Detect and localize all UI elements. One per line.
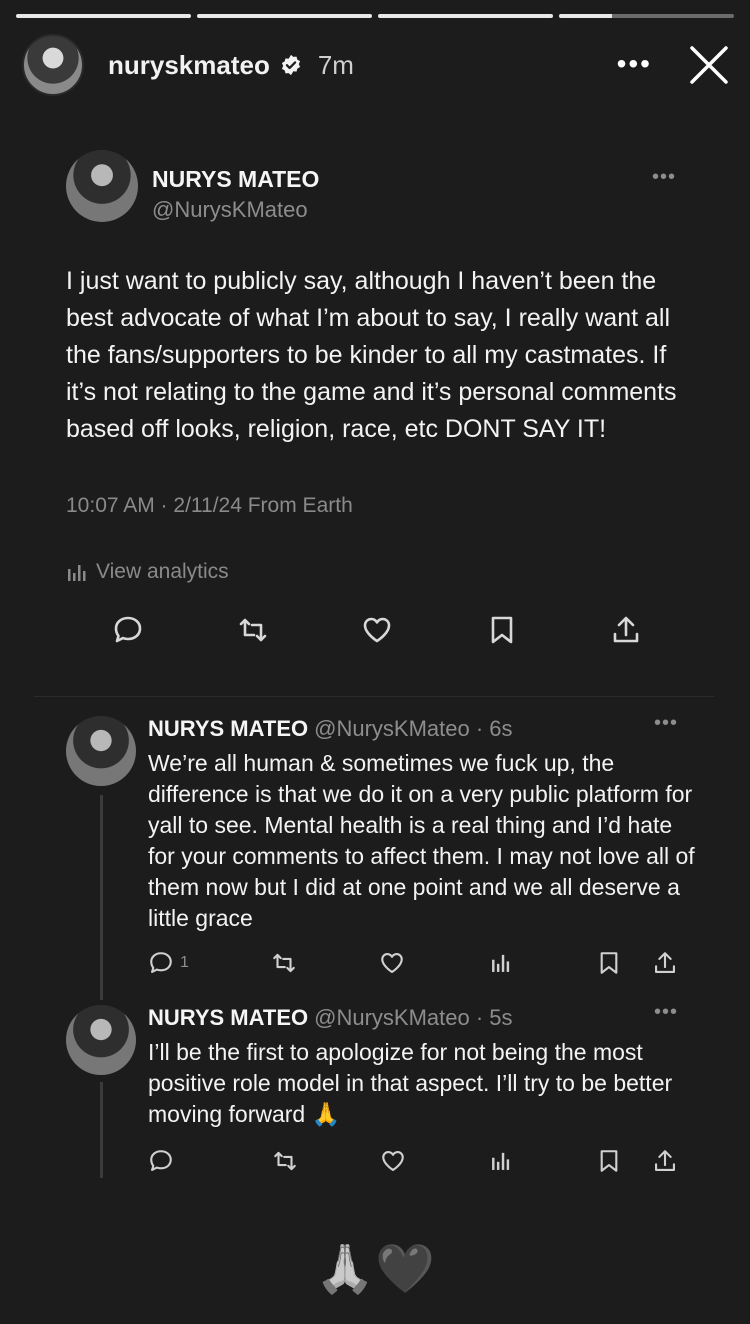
- tweet-text: I just want to publicly say, although I …: [66, 267, 677, 443]
- retweet-icon: [273, 953, 295, 973]
- reply-tweet: NURYS MATEO @NurysKMateo · 5s ••• I’ll be…: [66, 1001, 696, 1175]
- reply-actions: 1: [148, 950, 696, 976]
- bookmark-icon[interactable]: [486, 614, 518, 646]
- reply-display-name[interactable]: NURYS MATEO: [148, 1005, 308, 1030]
- story-progress: [16, 14, 734, 18]
- views-button[interactable]: [488, 950, 514, 976]
- story-avatar[interactable]: [22, 34, 84, 96]
- reply-count: 1: [180, 954, 189, 971]
- reply-header: NURYS MATEO @NurysKMateo · 5s: [148, 1005, 696, 1031]
- story-more-button[interactable]: •••: [617, 48, 652, 80]
- reply-text: I’ll be the first to apologize for not b…: [148, 1039, 673, 1127]
- bookmark-icon[interactable]: [596, 950, 622, 976]
- reply-button[interactable]: 1: [148, 950, 189, 976]
- emoji-sticker: 🙏🖤: [315, 1243, 435, 1296]
- view-analytics-link[interactable]: View analytics: [34, 560, 714, 584]
- view-analytics-label: View analytics: [96, 560, 229, 583]
- reply-right-actions: [596, 950, 678, 976]
- reply-icon: [150, 952, 172, 973]
- share-icon[interactable]: [652, 1148, 678, 1174]
- progress-segment-1: [16, 14, 191, 18]
- progress-segment-2: [197, 14, 372, 18]
- like-icon: [381, 953, 404, 973]
- reply-text: We’re all human & sometimes we fuck up, …: [148, 750, 695, 931]
- tweet-handle[interactable]: @NurysKMateo: [152, 197, 319, 223]
- tweet-timestamp: 10:07 AM · 2/11/24 From Earth: [66, 494, 353, 517]
- progress-segment-3: [378, 14, 553, 18]
- reply-header: NURYS MATEO @NurysKMateo · 6s: [148, 716, 696, 742]
- reply-more-button[interactable]: •••: [654, 1001, 678, 1024]
- like-icon[interactable]: [361, 614, 393, 646]
- bookmark-icon[interactable]: [596, 1148, 622, 1174]
- reply-more-button[interactable]: •••: [654, 712, 678, 735]
- views-button[interactable]: [488, 1148, 514, 1174]
- share-icon[interactable]: [610, 614, 642, 646]
- reply-avatar[interactable]: [66, 716, 136, 786]
- retweet-icon: [274, 1151, 296, 1171]
- like-icon: [382, 1151, 404, 1171]
- story-username[interactable]: nuryskmateo: [108, 50, 302, 81]
- like-button[interactable]: [380, 1148, 406, 1174]
- main-tweet: NURYS MATEO @NurysKMateo ••• I just want…: [34, 150, 714, 646]
- reply-handle[interactable]: @NurysKMateo · 6s: [314, 716, 512, 741]
- story-sticker: 🙏🖤: [0, 1240, 750, 1297]
- close-icon[interactable]: [688, 44, 730, 86]
- story-username-label: nuryskmateo: [108, 49, 270, 80]
- verified-badge-icon: [281, 54, 300, 76]
- reply-tweet: NURYS MATEO @NurysKMateo · 6s ••• We’re a…: [66, 712, 696, 986]
- reply-actions: [148, 1148, 696, 1174]
- retweet-button[interactable]: [271, 950, 297, 976]
- tweet-divider: [34, 696, 714, 697]
- progress-segment-4: [559, 14, 734, 18]
- tweet-actions: [34, 614, 714, 646]
- tweet-more-button[interactable]: •••: [652, 166, 676, 189]
- reply-icon[interactable]: [112, 614, 144, 646]
- story-header: nuryskmateo 7m •••: [22, 34, 730, 96]
- reply-button[interactable]: [148, 1148, 190, 1174]
- story-time: 7m: [317, 49, 354, 80]
- tweet-display-name[interactable]: NURYS MATEO: [152, 166, 319, 193]
- analytics-icon: [491, 954, 509, 972]
- like-button[interactable]: [379, 950, 405, 976]
- reply-avatar[interactable]: [66, 1005, 136, 1075]
- reply-handle[interactable]: @NurysKMateo · 5s: [314, 1005, 512, 1030]
- reply-icon: [150, 1150, 172, 1171]
- tweet-avatar[interactable]: [66, 150, 138, 222]
- retweet-button[interactable]: [272, 1148, 298, 1174]
- reply-display-name[interactable]: NURYS MATEO: [148, 716, 308, 741]
- reply-right-actions: [596, 1148, 678, 1174]
- retweet-icon[interactable]: [237, 614, 269, 646]
- analytics-icon: [68, 565, 86, 581]
- tweet-header: NURYS MATEO @NurysKMateo •••: [34, 150, 714, 223]
- share-icon[interactable]: [652, 950, 678, 976]
- analytics-icon: [492, 1152, 510, 1170]
